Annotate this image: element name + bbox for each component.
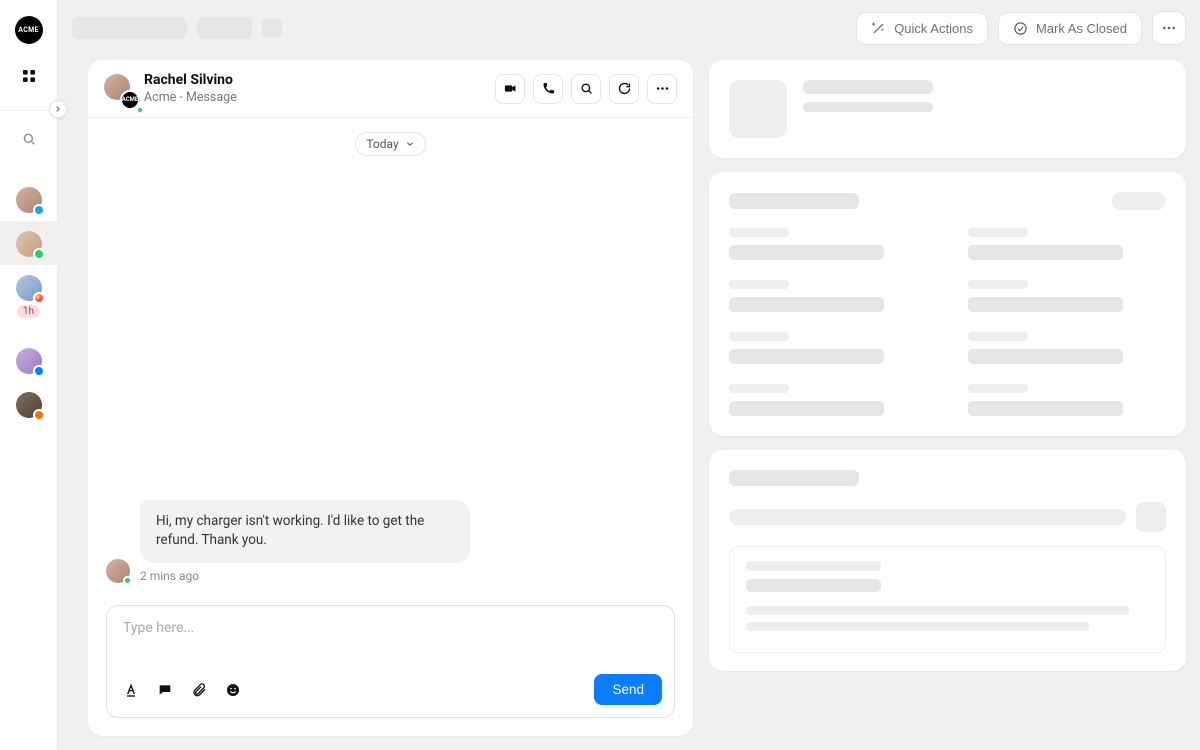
skeleton: [729, 470, 859, 486]
main-area: Quick Actions Mark As Closed ACME: [58, 0, 1200, 750]
text-format-icon: [123, 682, 139, 698]
detail-field: [729, 332, 928, 364]
topbar: Quick Actions Mark As Closed: [58, 0, 1200, 56]
conversation-item[interactable]: [0, 338, 58, 382]
avatar: [16, 187, 42, 213]
detail-field: [729, 228, 928, 260]
skeleton: [746, 606, 1129, 615]
chat-subtitle: Acme - Message: [144, 90, 237, 106]
skeleton: [1136, 502, 1166, 532]
skeleton: [1112, 192, 1166, 210]
video-call-button[interactable]: [495, 74, 525, 104]
conversation-item[interactable]: [0, 382, 58, 426]
details-sidebar: [709, 60, 1186, 736]
message-time: 2 mins ago: [140, 569, 470, 583]
presence-online-icon: [136, 106, 144, 114]
voice-call-button[interactable]: [533, 74, 563, 104]
more-menu-button[interactable]: [1152, 11, 1186, 45]
activity-card: [709, 450, 1186, 671]
message-bubble: Hi, my charger isn't working. I'd like t…: [140, 500, 470, 563]
chat-icon: [157, 682, 173, 698]
wait-time-badge: 1h: [17, 305, 40, 318]
conversation-item[interactable]: [0, 221, 58, 265]
avatar: [16, 231, 42, 257]
brand-logo[interactable]: ACME: [15, 16, 43, 44]
skeleton: [746, 561, 881, 571]
canned-response-button[interactable]: [153, 678, 177, 702]
detail-field: [968, 384, 1167, 416]
composer: Send: [106, 605, 675, 718]
paperclip-icon: [191, 682, 207, 698]
chat-body: Today Hi, my charger isn't working. I'd …: [88, 118, 693, 591]
skeleton: [729, 193, 859, 209]
phone-icon: [541, 81, 556, 96]
expand-rail-icon[interactable]: [49, 100, 67, 118]
channel-whatsapp-icon: [123, 576, 132, 585]
chevron-down-icon: [405, 139, 415, 149]
conversation-more-button[interactable]: [647, 74, 677, 104]
quick-actions-button[interactable]: Quick Actions: [856, 12, 988, 45]
quick-actions-label: Quick Actions: [894, 21, 973, 36]
detail-field: [968, 280, 1167, 312]
skeleton: [729, 509, 1126, 525]
message-avatar: [106, 559, 130, 583]
search-icon[interactable]: [15, 125, 43, 153]
detail-field: [729, 384, 928, 416]
skeleton: [197, 17, 252, 39]
skeleton: [72, 17, 187, 39]
search-icon: [579, 81, 594, 96]
check-circle-icon: [1013, 21, 1028, 36]
attach-file-button[interactable]: [187, 678, 211, 702]
message-input[interactable]: [107, 606, 674, 666]
contact-name: Rachel Silvino: [144, 72, 237, 90]
channel-icon: [33, 409, 45, 421]
avatar: [16, 275, 42, 301]
message-row: Hi, my charger isn't working. I'd like t…: [106, 500, 675, 583]
detail-field: [968, 228, 1167, 260]
channel-twitter-icon: [33, 204, 45, 216]
detail-field: [729, 280, 928, 312]
send-button[interactable]: Send: [594, 674, 662, 705]
mark-closed-label: Mark As Closed: [1036, 21, 1127, 36]
emoji-button[interactable]: [221, 678, 245, 702]
profile-card: [709, 60, 1186, 158]
video-icon: [503, 81, 518, 96]
details-card: [709, 172, 1186, 436]
more-horizontal-icon: [655, 81, 670, 96]
channel-messenger-icon: [33, 365, 45, 377]
date-label: Today: [366, 137, 398, 151]
format-text-button[interactable]: [119, 678, 143, 702]
chat-header: ACME Rachel Silvino Acme - Message: [88, 60, 693, 118]
apps-grid-icon[interactable]: [15, 62, 43, 90]
skeleton: [746, 622, 1089, 631]
mark-closed-button[interactable]: Mark As Closed: [998, 12, 1142, 45]
more-horizontal-icon: [1161, 20, 1177, 36]
conversation-item[interactable]: 1h: [0, 265, 58, 326]
skeleton: [803, 80, 933, 94]
avatar: [16, 392, 42, 418]
magic-wand-icon: [871, 21, 886, 36]
chat-panel: ACME Rachel Silvino Acme - Message: [88, 60, 693, 736]
skeleton: [746, 579, 881, 592]
date-separator[interactable]: Today: [355, 132, 425, 156]
contact-avatar[interactable]: ACME: [104, 74, 134, 104]
detail-field: [968, 332, 1167, 364]
emoji-icon: [225, 682, 241, 698]
channel-whatsapp-icon: [33, 248, 45, 260]
search-conversation-button[interactable]: [571, 74, 601, 104]
channel-instagram-icon: [33, 292, 45, 304]
skeleton: [803, 102, 933, 112]
refresh-icon: [617, 81, 632, 96]
activity-item: [729, 546, 1166, 653]
left-rail: ACME 1h: [0, 0, 58, 750]
avatar: [16, 348, 42, 374]
profile-picture-skeleton: [729, 80, 787, 138]
refresh-button[interactable]: [609, 74, 639, 104]
conversation-item[interactable]: [0, 177, 58, 221]
skeleton: [262, 18, 282, 38]
